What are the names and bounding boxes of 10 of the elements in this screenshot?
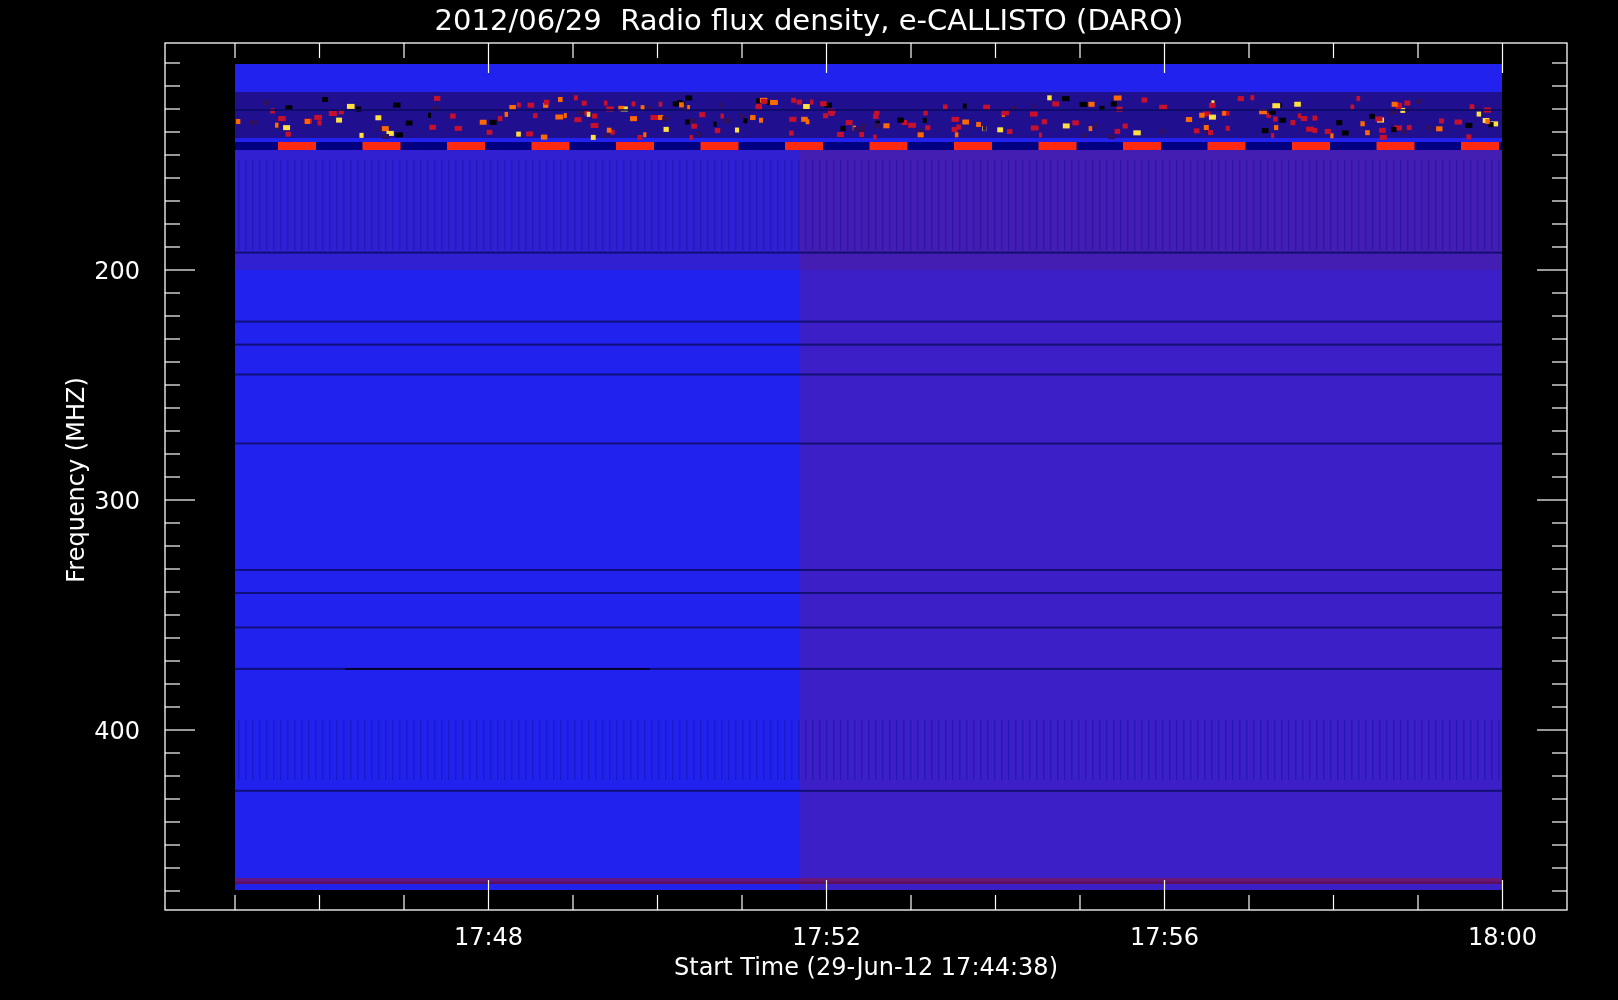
x-tick-label: 18:00 [1467,923,1538,951]
y-tick-label: 300 [94,487,140,515]
x-tick-label: 17:56 [1129,923,1200,951]
y-tick-label: 200 [94,257,140,285]
plot-title: 2012/06/29 Radio flux density, e-CALLISTO (DARO) [434,3,1184,37]
y-axis-label: Frequency (MHZ) [62,377,90,583]
x-tick-label: 17:52 [791,923,862,951]
x-axis-label: Start Time (29-Jun-12 17:44:38) [674,953,1058,981]
x-tick-label: 17:48 [453,923,524,951]
y-tick-label: 400 [94,717,140,745]
